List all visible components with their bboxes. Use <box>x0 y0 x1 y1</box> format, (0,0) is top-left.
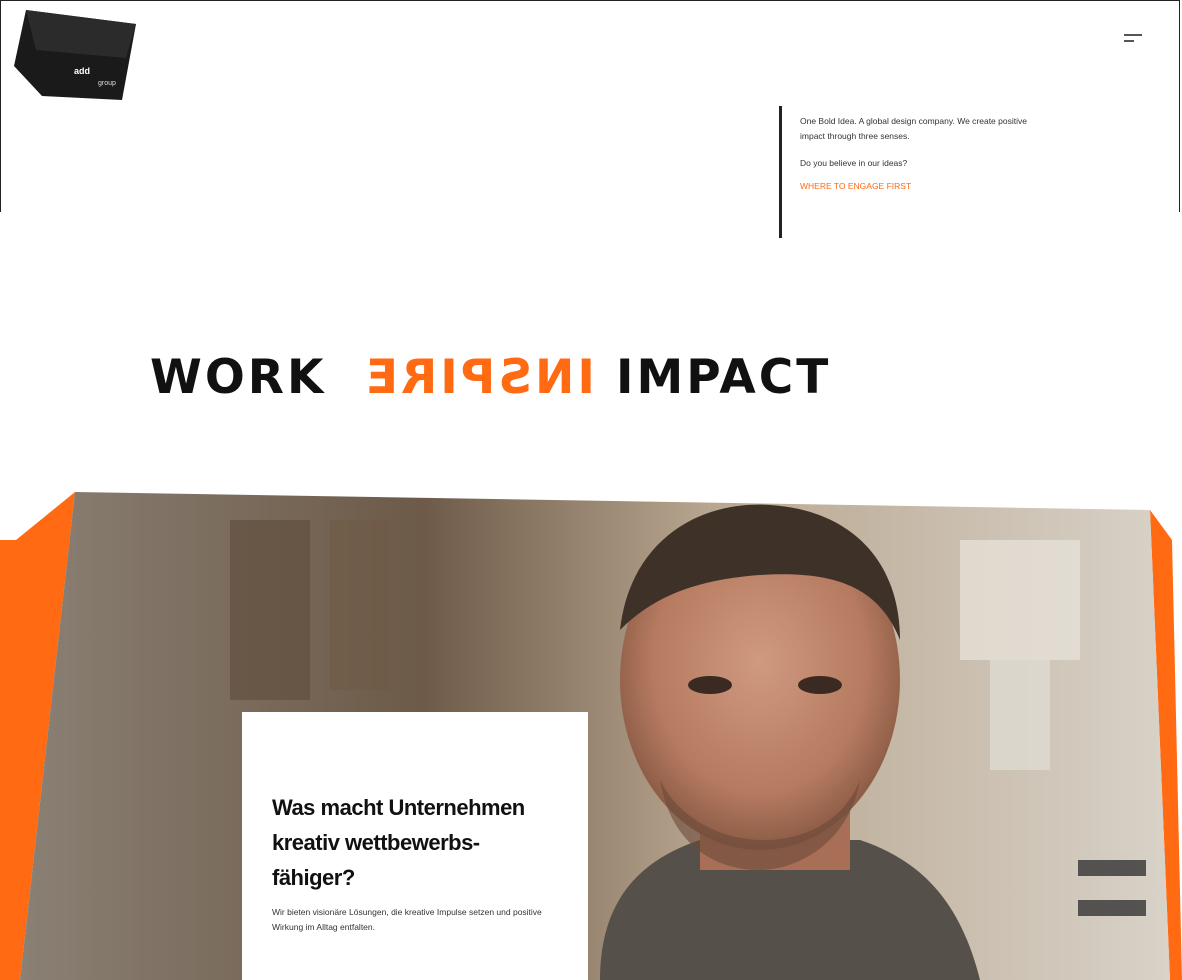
intro-block: One Bold Idea. A global design company. … <box>779 106 1039 238</box>
hero-text: Wir bieten visionäre Lösungen, die kreat… <box>272 907 542 932</box>
logo-cube-icon <box>14 10 136 100</box>
tagline-work: WORK <box>150 350 327 405</box>
hamburger-icon-line <box>1124 40 1134 42</box>
tagline-impact: IMPACT <box>616 350 832 405</box>
engage-link[interactable]: WHERE TO ENGAGE FIRST <box>800 181 1039 191</box>
logo-subtext: group <box>98 80 116 87</box>
hero-photo <box>0 492 1182 980</box>
hero-card: Was macht Unternehmen kreativ wettbewerb… <box>242 712 588 980</box>
company-logo[interactable]: add group <box>14 10 136 102</box>
tagline-inspire: INSPIRE <box>363 350 595 405</box>
hero-image <box>0 480 1182 980</box>
logo-text: add <box>74 66 91 76</box>
intro-description: One Bold Idea. A global design company. … <box>800 116 1027 141</box>
hero-heading: Was macht Unternehmen kreativ wettbewerb… <box>272 795 525 890</box>
intro-question: Do you believe in our ideas? <box>800 158 908 168</box>
hamburger-icon <box>1124 34 1142 36</box>
menu-button[interactable] <box>1122 30 1144 46</box>
